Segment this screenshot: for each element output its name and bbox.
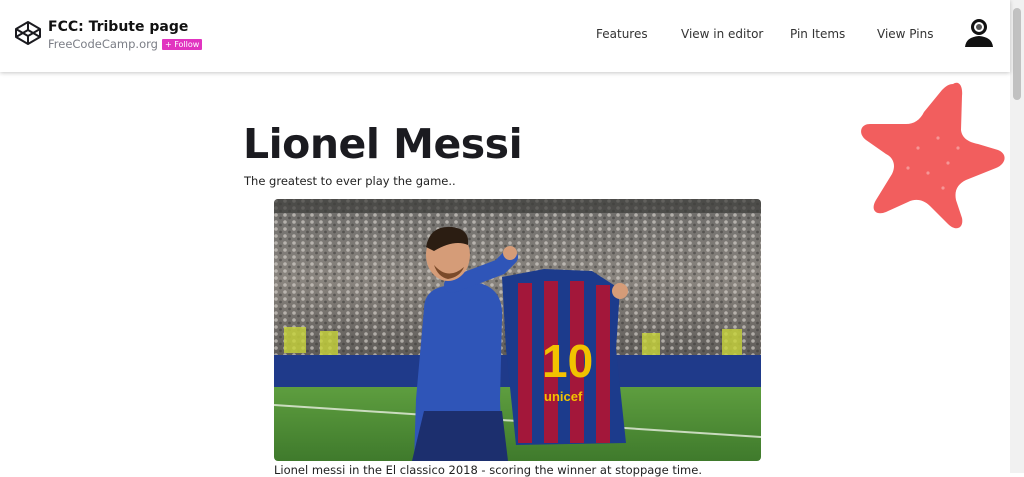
- star-icon: [861, 82, 1005, 229]
- follow-button[interactable]: + Follow: [161, 38, 203, 50]
- brand-text: FCC: Tribute page FreeCodeCamp.org + Fol…: [48, 18, 203, 51]
- brand: FCC: Tribute page FreeCodeCamp.org + Fol…: [14, 18, 203, 51]
- top-navbar: FCC: Tribute page FreeCodeCamp.org + Fol…: [0, 0, 1010, 72]
- messi-hero-image: 10 unicef: [274, 199, 761, 461]
- scrollbar[interactable]: [1010, 0, 1024, 473]
- messi-holding-jersey-photo: 10 unicef: [274, 199, 761, 461]
- image-caption: Lionel messi in the El classico 2018 - s…: [274, 463, 702, 477]
- pen-title: FCC: Tribute page: [48, 19, 189, 35]
- brand-sub: FreeCodeCamp.org + Follow: [48, 37, 203, 51]
- page-title: Lionel Messi: [243, 120, 523, 168]
- jersey-number: 10: [542, 335, 593, 387]
- page-subtitle: The greatest to ever play the game..: [244, 174, 456, 188]
- nav-features[interactable]: Features: [596, 27, 648, 41]
- nav-view-pins[interactable]: View Pins: [877, 27, 933, 41]
- jersey-sponsor: unicef: [544, 389, 583, 404]
- nav-view-in-editor[interactable]: View in editor: [681, 27, 763, 41]
- codepen-cube-icon[interactable]: [14, 19, 42, 47]
- author-link[interactable]: FreeCodeCamp.org: [48, 37, 158, 51]
- scrollbar-thumb[interactable]: [1013, 8, 1021, 100]
- nav-pin-items[interactable]: Pin Items: [790, 27, 845, 41]
- user-avatar-icon[interactable]: [962, 17, 996, 49]
